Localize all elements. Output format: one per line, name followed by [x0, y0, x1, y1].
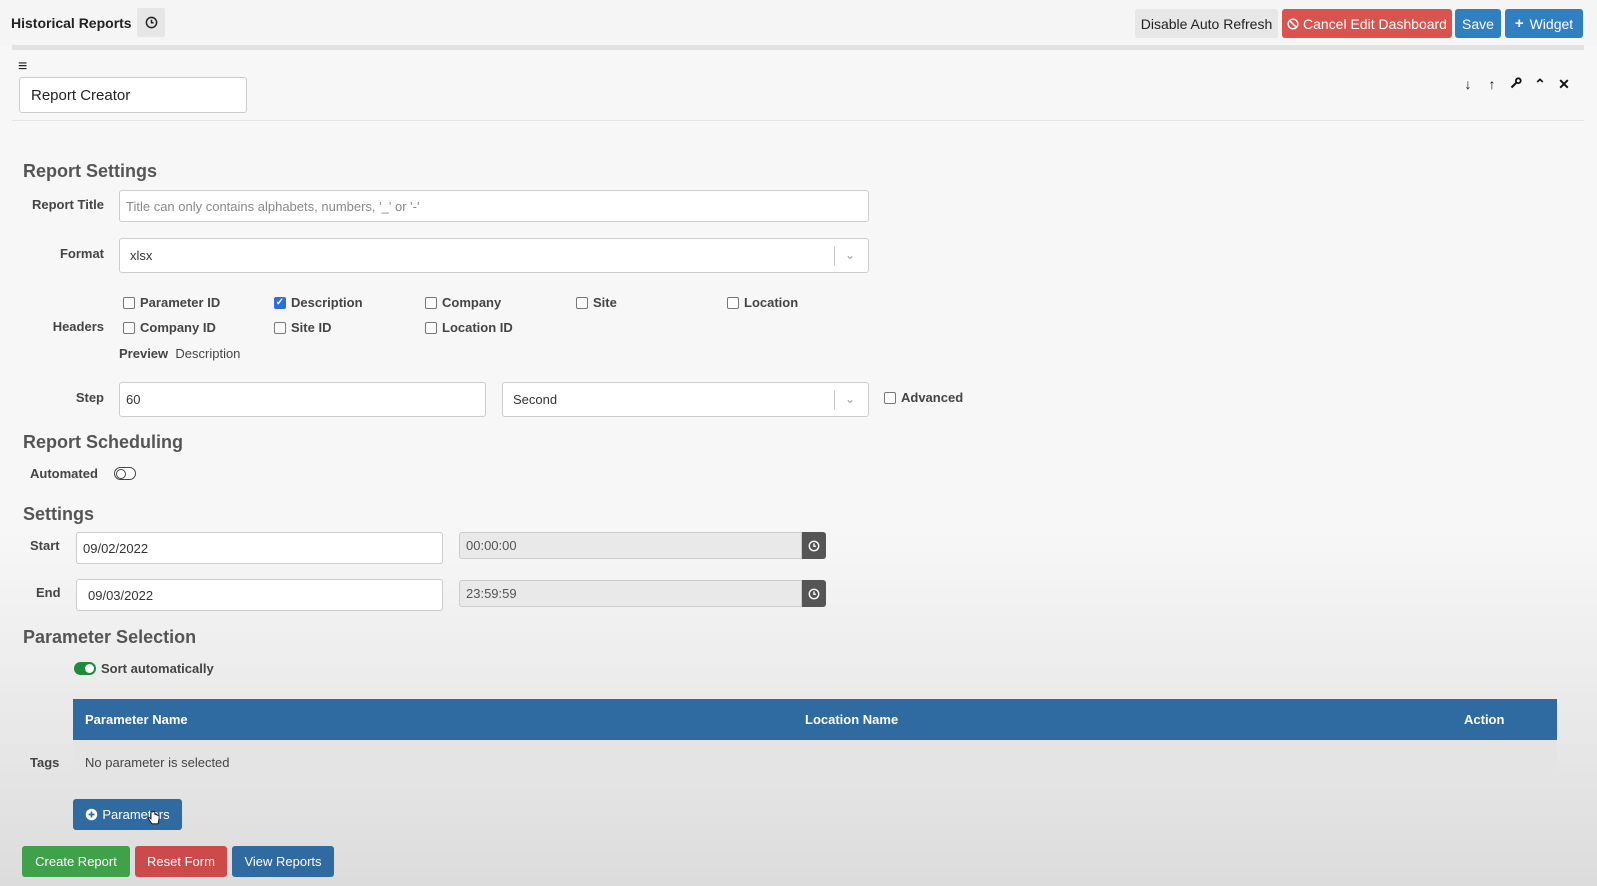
step-unit-select[interactable]: Second: [502, 382, 869, 417]
header-checkbox-location-id[interactable]: Location ID: [425, 320, 513, 335]
create-report-button[interactable]: Create Report: [22, 846, 130, 877]
header-divider: [12, 45, 1584, 50]
checkbox-label: Site: [593, 295, 617, 310]
plus-icon: +: [1514, 15, 1524, 32]
step-input[interactable]: 60: [119, 382, 486, 417]
chevron-down-icon[interactable]: ⌄: [845, 392, 855, 406]
report-title-input[interactable]: Title can only contains alphabets, numbe…: [119, 190, 869, 222]
format-value: xlsx: [130, 248, 153, 263]
tags-label: Tags: [30, 755, 60, 770]
step-unit-value: Second: [513, 392, 558, 407]
checkbox[interactable]: [123, 296, 135, 309]
checkbox[interactable]: [884, 391, 896, 404]
checkbox[interactable]: [727, 296, 739, 309]
header-checkbox-company-id[interactable]: Company ID: [123, 320, 216, 335]
sort-automatically-toggle[interactable]: [74, 662, 96, 675]
widget-title-input[interactable]: Report Creator: [19, 77, 247, 113]
disable-auto-refresh-button[interactable]: Disable Auto Refresh: [1135, 9, 1278, 38]
reset-form-button[interactable]: Reset Form: [135, 846, 227, 877]
collapse-icon[interactable]: ⌃: [1533, 76, 1547, 93]
checkbox-label: Location ID: [442, 320, 513, 335]
automated-toggle[interactable]: [114, 467, 136, 480]
checkbox[interactable]: [576, 296, 588, 309]
preview-label: Preview: [119, 346, 169, 361]
advanced-checkbox[interactable]: Advanced: [884, 390, 963, 405]
end-date-input[interactable]: 09/03/2022: [76, 579, 443, 611]
empty-message: No parameter is selected: [85, 755, 230, 770]
checkbox[interactable]: [425, 321, 437, 334]
sort-automatically-label: Sort automatically: [101, 661, 214, 676]
checkbox-label: Location: [744, 295, 799, 310]
widget-header-divider: [12, 120, 1584, 121]
header-checkbox-company[interactable]: Company: [425, 295, 501, 310]
start-label: Start: [30, 538, 60, 553]
select-separator: [834, 246, 835, 266]
header-checkbox-parameter-id[interactable]: Parameter ID: [123, 295, 220, 310]
header-checkbox-site[interactable]: Site: [576, 295, 617, 310]
ban-icon: [1287, 17, 1299, 30]
column-header: Parameter Name: [85, 712, 188, 727]
settings-heading: Settings: [23, 504, 95, 524]
checkbox-label: Company: [442, 295, 502, 310]
checkbox-label: Description: [291, 295, 363, 310]
checkbox-label: Advanced: [901, 390, 964, 405]
history-clock-button[interactable]: [137, 8, 165, 37]
automated-label: Automated: [30, 466, 98, 481]
cancel-edit-dashboard-button[interactable]: Cancel Edit Dashboard: [1282, 9, 1452, 38]
header-checkbox-description[interactable]: ✓ Description: [274, 295, 363, 310]
parameter-table-header: Parameter Name Location Name Action: [73, 699, 1557, 740]
menu-icon[interactable]: ≡: [18, 58, 27, 76]
select-separator: [834, 390, 835, 410]
move-down-icon[interactable]: ↓: [1461, 76, 1475, 93]
plus-circle-icon: [86, 808, 98, 821]
checkbox[interactable]: [123, 321, 135, 334]
clock-icon: [808, 588, 820, 599]
format-select[interactable]: xlsx: [119, 238, 869, 273]
move-up-icon[interactable]: ↑: [1485, 76, 1499, 93]
page-title: Historical Reports: [11, 15, 132, 31]
header-checkbox-location[interactable]: Location: [727, 295, 798, 310]
end-label: End: [36, 585, 61, 600]
save-button[interactable]: Save: [1455, 9, 1501, 38]
chevron-down-icon[interactable]: ⌄: [845, 248, 855, 262]
widget-controls: ↓ ↑ ⌃ ✕: [1461, 76, 1571, 93]
step-label: Step: [75, 390, 104, 405]
clock-icon: [808, 540, 820, 551]
add-parameters-button[interactable]: Parameters: [73, 799, 182, 830]
headers-label: Headers: [52, 319, 104, 334]
close-icon[interactable]: ✕: [1557, 76, 1571, 93]
report-scheduling-heading: Report Scheduling: [23, 432, 184, 452]
checkbox-label: Parameter ID: [140, 295, 221, 310]
checkbox-label: Site ID: [291, 320, 332, 335]
clock-icon: [145, 16, 157, 29]
checkbox[interactable]: ✓: [274, 296, 286, 309]
parameter-selection-heading: Parameter Selection: [23, 627, 197, 647]
table-row: No parameter is selected: [73, 740, 1557, 784]
preview-row: Preview Description: [119, 346, 240, 361]
wrench-icon[interactable]: [1509, 76, 1523, 93]
checkbox[interactable]: [425, 296, 437, 309]
end-time-input[interactable]: 23:59:59: [459, 580, 802, 607]
add-widget-button[interactable]: + Widget: [1505, 9, 1583, 38]
view-reports-button[interactable]: View Reports: [232, 846, 334, 877]
preview-value: Description: [175, 346, 241, 361]
start-time-picker-button[interactable]: [802, 532, 826, 559]
column-header: Location Name: [805, 712, 899, 727]
report-title-label: Report Title: [32, 197, 104, 212]
report-settings-heading: Report Settings: [23, 161, 158, 181]
checkbox[interactable]: [274, 321, 286, 334]
checkbox-label: Company ID: [140, 320, 216, 335]
start-time-input[interactable]: 00:00:00: [459, 532, 802, 559]
cancel-edit-label: Cancel Edit Dashboard: [1303, 15, 1447, 32]
format-label: Format: [59, 246, 104, 261]
start-date-input[interactable]: 09/02/2022: [76, 532, 443, 564]
widget-label: Widget: [1529, 15, 1574, 32]
hand-cursor-icon: [148, 810, 160, 825]
end-time-picker-button[interactable]: [802, 580, 826, 607]
header-checkbox-site-id[interactable]: Site ID: [274, 320, 331, 335]
column-header: Action: [1464, 712, 1505, 727]
